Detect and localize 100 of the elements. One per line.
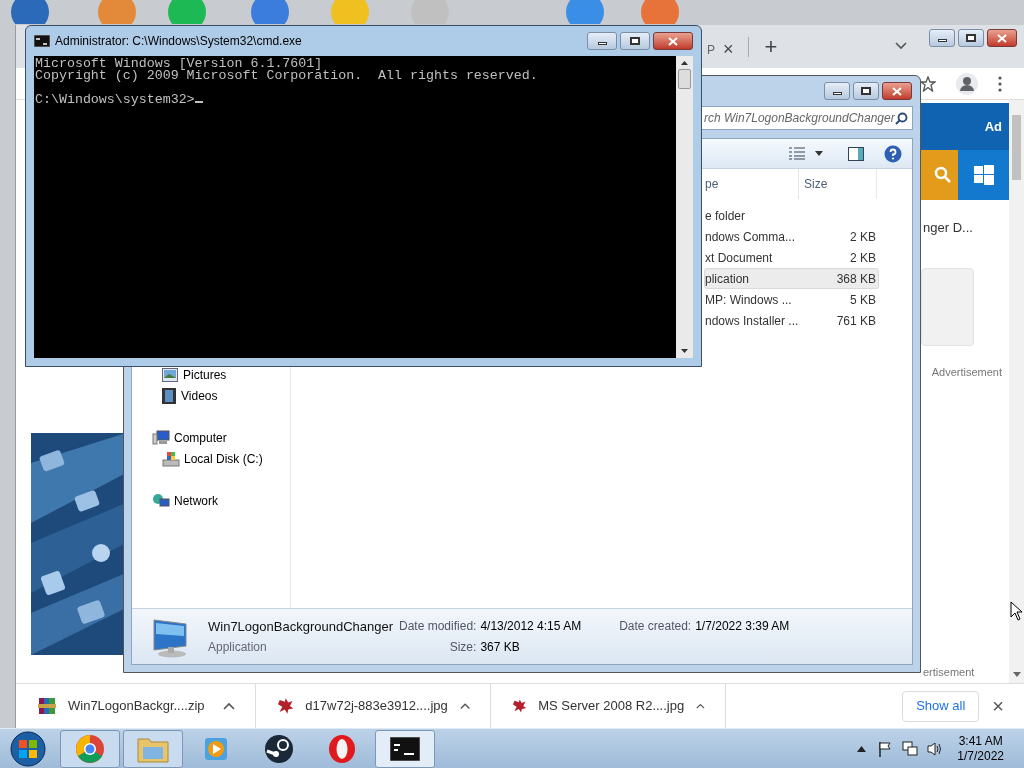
opera-icon: [328, 733, 356, 764]
scroll-down-icon[interactable]: [681, 349, 688, 353]
preview-pane-icon[interactable]: [848, 146, 864, 161]
console-icon: [34, 35, 50, 47]
advertisement-label: Advertisement: [930, 364, 1003, 380]
download-item[interactable]: MS Server 2008 R2....jpg: [538, 696, 685, 716]
volume-icon[interactable]: [927, 740, 944, 757]
help-icon[interactable]: [884, 144, 902, 163]
nav-item[interactable]: Network: [174, 491, 218, 510]
console-prompt: C:\Windows\system32>: [35, 94, 675, 106]
field-value: 367 KB: [480, 639, 521, 656]
menu-icon[interactable]: [998, 75, 1002, 92]
field-label: Date modified:: [399, 618, 477, 635]
chevron-up-icon[interactable]: [459, 702, 470, 710]
file-row[interactable]: plication 368 KB: [704, 268, 879, 289]
console-icon: [390, 736, 420, 761]
nav-item[interactable]: Computer: [174, 428, 227, 447]
view-options-icon[interactable]: [789, 147, 805, 160]
scrollbar-thumb[interactable]: [678, 69, 691, 89]
table-cell-text: MP: Windows ...: [705, 291, 793, 309]
table-cell-text: ndows Comma...: [705, 228, 797, 246]
file-type: Application: [208, 639, 268, 657]
table-cell-text: xt Document: [705, 249, 774, 267]
close-button[interactable]: [987, 29, 1018, 47]
network-icon[interactable]: [902, 740, 919, 757]
windows-logo-icon: [973, 165, 994, 185]
close-downloads-button[interactable]: ×: [992, 691, 1004, 721]
table-cell-text: plication: [705, 270, 751, 288]
field-label: Date created:: [619, 618, 692, 635]
chevron-up-icon[interactable]: [696, 702, 705, 710]
search-placeholder: rch Win7LogonBackgroundChanger: [704, 110, 895, 127]
download-item[interactable]: Win7LogonBackgr....zip: [68, 696, 211, 716]
close-icon: [668, 36, 678, 46]
field-value: 4/13/2012 4:15 AM: [480, 618, 582, 635]
article-title[interactable]: nger D...: [921, 218, 1009, 238]
start-button[interactable]: [8, 729, 48, 768]
search-icon: [934, 166, 952, 184]
film-icon: [162, 387, 176, 404]
field-label: Size:: [448, 639, 477, 656]
table-cell-text: 2 KB: [849, 228, 876, 246]
scrollbar-thumb[interactable]: [1012, 115, 1021, 180]
flag-icon[interactable]: [878, 740, 893, 757]
file-row[interactable]: MP: Windows ... 5 KB: [704, 289, 879, 310]
show-hidden-icons-icon[interactable]: [857, 745, 867, 752]
chevron-down-icon[interactable]: [895, 42, 908, 50]
minimize-button[interactable]: [929, 29, 956, 47]
scroll-up-icon[interactable]: [681, 61, 688, 65]
shortcut-icon[interactable]: [10, 0, 50, 24]
tab-title[interactable]: P: [707, 41, 715, 59]
computer-icon: [152, 429, 170, 446]
shortcut-icon[interactable]: [250, 0, 290, 24]
close-icon: [997, 33, 1008, 43]
tab-close-button[interactable]: ×: [723, 36, 734, 63]
steam-icon: [264, 733, 294, 764]
table-cell-text: 5 KB: [849, 291, 876, 309]
download-item[interactable]: d17w72j-883e3912....jpg: [305, 696, 448, 716]
column-header[interactable]: pe: [705, 169, 799, 199]
clock-time[interactable]: 3:41 AM: [958, 733, 1003, 749]
taskbar-button[interactable]: [375, 729, 435, 768]
console-line: Copyright (c) 2009 Microsoft Corporation. All rights reserved.: [35, 70, 539, 82]
table-cell-text: 368 KB: [835, 270, 876, 288]
nav-item[interactable]: Pictures: [183, 365, 227, 384]
maximize-button[interactable]: [620, 32, 650, 50]
chevron-up-icon[interactable]: [223, 702, 235, 710]
nav-item[interactable]: Videos: [181, 386, 218, 405]
image-file-icon: [278, 697, 294, 715]
windows-button[interactable]: [958, 150, 1009, 200]
chrome-icon: [75, 733, 105, 764]
maximize-button[interactable]: [958, 29, 985, 47]
advertisement-label: ertisement: [922, 664, 976, 680]
search-field[interactable]: rch Win7LogonBackgroundChanger: [700, 106, 913, 130]
column-header[interactable]: Size: [799, 169, 877, 199]
network-icon: [152, 492, 170, 509]
close-button[interactable]: [653, 32, 693, 50]
profile-icon[interactable]: [956, 72, 978, 95]
ad-label: Ad: [984, 117, 1002, 136]
search-icon: [895, 111, 908, 125]
maximize-button[interactable]: [853, 82, 879, 100]
show-all-button[interactable]: Show all: [902, 690, 980, 722]
window-title: Administrator: C:\Windows\System32\cmd.exe: [55, 33, 302, 50]
archive-icon: [38, 697, 56, 715]
file-name: Win7LogonBackgroundChanger: [208, 617, 393, 636]
clock-date[interactable]: 1/7/2022: [957, 748, 1004, 764]
bookmark-star-icon[interactable]: [920, 75, 936, 92]
file-row[interactable]: xt Document 2 KB: [704, 247, 879, 268]
caret-icon[interactable]: [815, 151, 823, 156]
file-row[interactable]: ndows Installer ... 761 KB: [704, 310, 879, 331]
close-button[interactable]: [882, 82, 912, 100]
minimize-button[interactable]: [587, 32, 617, 50]
file-row[interactable]: e folder: [704, 205, 879, 226]
image-file-icon: [513, 697, 527, 715]
file-row[interactable]: ndows Comma... 2 KB: [704, 226, 879, 247]
nav-item[interactable]: Local Disk (C:): [184, 449, 263, 468]
minimize-button[interactable]: [824, 82, 850, 100]
scroll-down-icon[interactable]: [1012, 672, 1021, 677]
drive-icon: [162, 450, 180, 467]
close-icon: [892, 86, 902, 96]
table-cell-text: 761 KB: [835, 312, 876, 330]
console-line: Microsoft Windows [Version 6.1.7601]: [35, 58, 323, 70]
new-tab-button[interactable]: +: [764, 34, 778, 60]
